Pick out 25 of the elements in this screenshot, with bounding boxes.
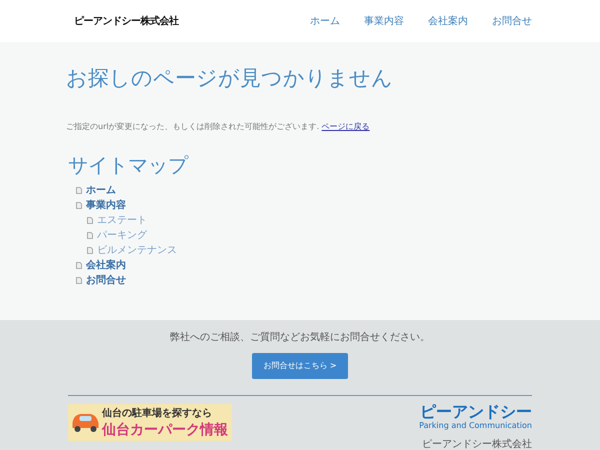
sitemap-link[interactable]: エステート — [97, 213, 147, 228]
nav-link[interactable]: 事業内容 — [364, 14, 404, 28]
banner-tagline: 仙台の駐車場を探すなら — [102, 408, 213, 418]
contact-message: 弊社へのご相談、ご質問などお気軽にお問合せください。 — [170, 332, 430, 343]
sitemap-title: サイトマップ — [68, 153, 190, 178]
contact-button[interactable]: お問合せはこちら > — [252, 353, 348, 379]
car-icon — [72, 413, 99, 432]
sitemap-link[interactable]: お問合せ — [86, 273, 126, 288]
error-message: ご指定のurlが変更になった、もしくは削除された可能性がございます. ページに戻る — [66, 121, 371, 134]
company-logo: ピーアンドシー株式会社 — [74, 14, 178, 28]
nav-link[interactable]: お問合せ — [492, 14, 532, 28]
banner-title: 仙台カーパーク情報 — [102, 422, 228, 436]
page-title: お探しのページが見つかりません — [66, 66, 394, 92]
brand-subtitle: Parking and Communication — [419, 420, 532, 432]
banner[interactable]: 仙台の駐車場を探すなら 仙台カーパーク情報 — [68, 404, 232, 441]
company-name: ピーアンドシー株式会社 — [422, 440, 532, 450]
sitemap-link[interactable]: ビルメンテナンス — [97, 243, 177, 258]
sitemap-link[interactable]: 事業内容 — [86, 198, 126, 214]
nav-link[interactable]: ホーム — [310, 14, 340, 28]
back-link[interactable]: ページに戻る — [322, 122, 370, 132]
sitemap-link[interactable]: パーキング — [97, 228, 147, 244]
sitemap-link[interactable]: ホーム — [86, 183, 116, 198]
nav-link[interactable]: 会社案内 — [428, 14, 468, 28]
brand-logo: ピーアンドシー — [420, 404, 532, 420]
sitemap-link[interactable]: 会社案内 — [86, 258, 126, 274]
